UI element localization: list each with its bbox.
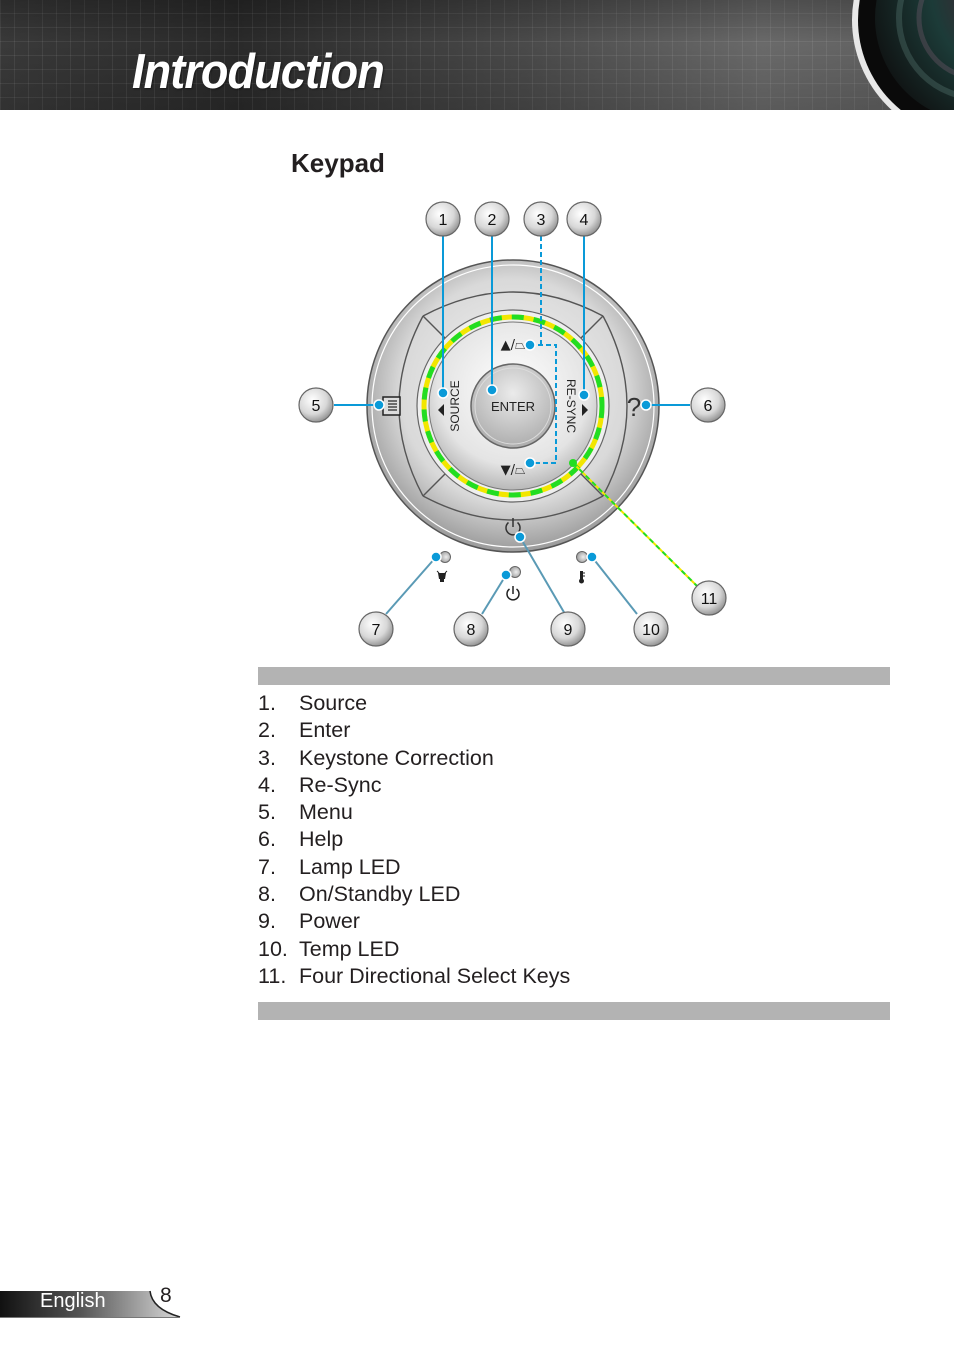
legend-item-number: 5. [258,800,276,825]
legend-item-label: Lamp LED [299,854,401,879]
projector-lens-image [824,0,954,110]
legend-item-number: 2. [258,718,276,743]
legend-item: 8. On/Standby LED [258,881,570,908]
legend-item-number: 8. [258,882,276,907]
callout-2-number: 2 [488,212,497,229]
on-standby-led-icon [506,586,520,601]
legend-item: 6. Help [258,826,570,853]
callout-3: 3 [523,201,559,237]
legend-item-number: 3. [258,745,276,770]
legend-item: 9. Power [258,908,570,935]
page-number: 8 [160,1284,172,1307]
callout-2: 2 [474,201,510,237]
callout-1-number: 1 [439,212,448,229]
legend-item: 3. Keystone Correction [258,745,570,772]
callout-10: 10 [633,611,669,647]
keystone-up-key[interactable]: ▲/⏢ [501,338,526,353]
help-icon[interactable]: ? [627,392,641,422]
legend-item: 11. Four Directional Select Keys [258,963,570,990]
legend-item: 2. Enter [258,717,570,744]
legend-item-number: 9. [258,909,276,934]
legend-item-number: 6. [258,827,276,852]
legend-item-label: Re-Sync [299,772,382,797]
legend-item-label: Menu [299,800,353,825]
callout-9-number: 9 [564,622,573,639]
legend-item-number: 4. [258,772,276,797]
section-title: Keypad [291,148,385,178]
legend-item-number: 11. [258,963,287,988]
legend-item-number: 7. [258,854,276,879]
legend-top-rule [258,667,890,685]
lamp-led [439,551,451,563]
enter-button[interactable] [470,363,556,449]
callout-4: 4 [566,201,602,237]
chapter-title: Introduction [132,45,385,99]
callout-8-number: 8 [467,622,476,639]
power-button-icon[interactable] [505,518,521,536]
callout-9: 9 [550,611,586,647]
legend-bottom-rule [258,1002,890,1020]
item-11-leader-green [572,462,698,587]
item-11-leader-yellow [572,462,698,587]
temp-led [576,551,588,563]
callout-6-number: 6 [704,398,713,415]
legend-item-label: Help [299,827,344,852]
temp-led-icon [579,571,585,584]
legend-item-label: Source [299,691,368,715]
legend-item-label: Power [299,909,360,934]
callout-4-number: 4 [580,212,589,229]
page-footer: English 8 [0,1283,200,1323]
keypad-legend-list: 1. Source 2. Enter 3. Keystone Correction 4… [258,690,570,990]
callout-11-number: 11 [701,591,718,608]
callout-6: 6 [690,387,726,423]
footer-language: English [40,1290,106,1312]
legend-item-label: Keystone Correction [299,745,494,770]
callout-3-number: 3 [537,212,546,229]
legend-item: 10. Temp LED [258,936,570,963]
on-standby-led [509,566,521,578]
legend-item: 7. Lamp LED [258,854,570,881]
led-leader-lines [385,536,638,615]
legend-item: 4. Re-Sync [258,772,570,799]
legend-item-number: 10. [258,936,288,961]
legend-item: 1. Source [258,690,570,717]
legend-item-number: 1. [258,691,276,715]
legend-item-label: Temp LED [299,936,400,961]
callout-5: 5 [298,387,334,423]
callout-5-number: 5 [312,398,321,415]
legend-item-label: On/Standby LED [299,882,461,907]
callout-1: 1 [425,201,461,237]
header-banner: Introduction [0,0,954,110]
legend-item-label: Four Directional Select Keys [299,963,571,988]
callout-11: 11 [691,580,727,616]
callout-10-number: 10 [642,622,660,639]
lamp-led-icon [436,570,448,582]
legend-item: 5. Menu [258,799,570,826]
callout-7-number: 7 [372,622,381,639]
keystone-down-key[interactable]: ▼/⏢ [501,463,526,478]
menu-icon[interactable] [382,396,401,416]
legend-item-label: Enter [299,718,351,743]
callout-8: 8 [453,611,489,647]
callout-7: 7 [358,611,394,647]
